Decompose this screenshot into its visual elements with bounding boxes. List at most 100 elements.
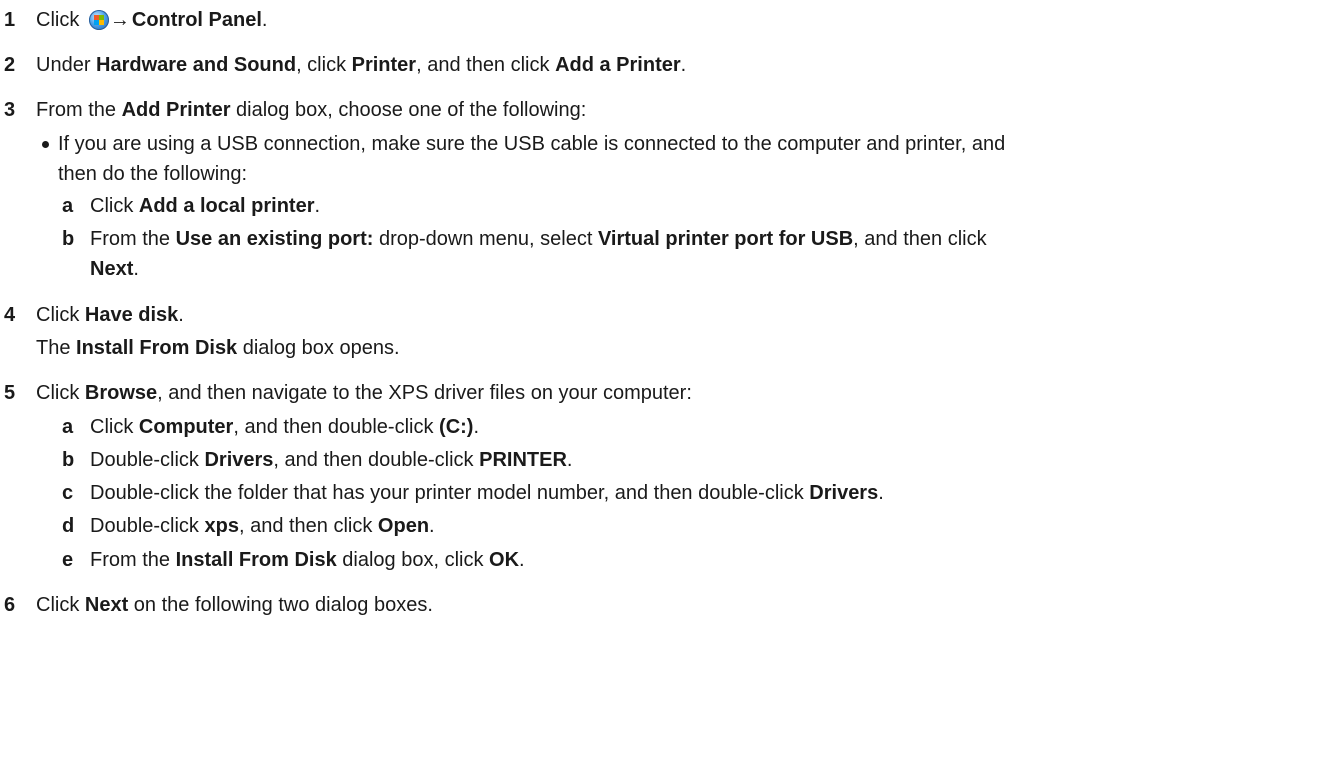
substep-letter: d <box>62 515 75 537</box>
substep-line: b From the Use an existing port: drop-dow… <box>0 225 1338 253</box>
plain-text: If you are using a USB connection, make … <box>58 133 1006 155</box>
bold-term: OK <box>489 549 520 571</box>
substep-continuation-line: Next. <box>0 255 1338 283</box>
plain-text: From the <box>36 99 122 121</box>
arrow-icon: → <box>109 9 130 31</box>
plain-text: , and then double-click <box>273 449 480 471</box>
plain-text: , and then navigate to the XPS driver fi… <box>157 382 692 404</box>
bold-term: Drivers <box>204 449 274 471</box>
plain-text: Under <box>36 54 97 76</box>
line-text: Click Computer, and then double-click (C… <box>90 413 479 441</box>
substep-line: c Double-click the folder that has your p… <box>0 479 1338 507</box>
instructions-document: 1 Click → Control Panel. 2 Under Hardware a… <box>0 0 1338 769</box>
plain-text: . <box>261 9 268 31</box>
bold-term: Browse <box>84 382 158 404</box>
plain-text: . <box>473 416 480 438</box>
bold-term: (C:) <box>439 416 474 438</box>
substep-line: a Click Add a local printer. <box>0 192 1338 220</box>
plain-text: From the <box>90 228 176 250</box>
bold-term: Next <box>84 594 129 616</box>
bullet-dot <box>42 141 49 148</box>
plain-text: drop-down menu, select <box>373 228 598 250</box>
line-text: Under Hardware and Sound, click Printer,… <box>36 51 686 79</box>
step-number: 5 <box>4 382 16 404</box>
bold-term: PRINTER <box>479 449 567 471</box>
bold-term: Virtual printer port for USB <box>597 228 854 250</box>
plain-text: . <box>878 482 884 504</box>
plain-text: Click <box>90 416 139 438</box>
line-text: Click Next on the following two dialog b… <box>36 591 433 619</box>
substep-letter: a <box>62 416 74 438</box>
line-text: From the Use an existing port: drop-down… <box>90 225 987 253</box>
line-text: Double-click xps, and then click Open. <box>90 512 435 540</box>
bullet-continuation-line: then do the following: <box>0 160 1338 188</box>
step-line: 4 Click Have disk. <box>0 301 1338 329</box>
line-text: Double-click Drivers, and then double-cl… <box>90 446 572 474</box>
plain-text: . <box>566 449 573 471</box>
bold-term: xps <box>204 515 239 537</box>
bold-term: Drivers <box>809 482 879 504</box>
line-text: then do the following: <box>58 160 247 188</box>
plain-text: Click <box>36 594 85 616</box>
plain-text: , click <box>296 54 352 76</box>
line-text: If you are using a USB connection, make … <box>58 130 1005 158</box>
bold-term: Install From Disk <box>175 549 337 571</box>
plain-text: , and then click <box>238 515 378 537</box>
bold-term: Open <box>377 515 430 537</box>
plain-text: Click <box>36 304 85 326</box>
substep-line: d Double-click xps, and then click Open. <box>0 512 1338 540</box>
step-number: 6 <box>4 594 16 616</box>
bold-term: Add Printer <box>121 99 231 121</box>
plain-text: dialog box opens. <box>237 337 400 359</box>
substep-letter: b <box>62 228 75 250</box>
plain-text: . <box>133 258 139 280</box>
step-number: 1 <box>4 9 16 31</box>
step-number: 2 <box>4 54 16 76</box>
substep-letter: a <box>62 195 74 217</box>
bold-term: Have disk <box>84 304 179 326</box>
line-text: Click → Control Panel. <box>36 6 267 34</box>
line-text: Click Have disk. <box>36 301 184 329</box>
plain-text: Double-click the folder that has your pr… <box>90 482 810 504</box>
plain-text: From the <box>90 549 176 571</box>
bold-term: Next <box>90 258 134 280</box>
step-line: 6 Click Next on the following two dialog … <box>0 591 1338 619</box>
bold-term: Add a local printer <box>138 195 315 217</box>
line-text: Next. <box>90 255 139 283</box>
line-text: Click Add a local printer. <box>90 192 320 220</box>
plain-text: Click <box>36 382 85 404</box>
step-line: 3 From the Add Printer dialog box, choose… <box>0 96 1338 124</box>
step-line: 1 Click → Control Panel. <box>0 6 1338 34</box>
substep-line: b Double-click Drivers, and then double-c… <box>0 446 1338 474</box>
plain-text: Click <box>90 195 139 217</box>
plain-text: Double-click <box>90 515 205 537</box>
substep-line: a Click Computer, and then double-click (… <box>0 413 1338 441</box>
plain-text: The <box>36 337 77 359</box>
bold-term: Add a Printer <box>555 54 681 76</box>
plain-text: Double-click <box>90 449 205 471</box>
substep-letter: c <box>62 482 74 504</box>
step-number: 4 <box>4 304 16 326</box>
plain-text: . <box>429 515 435 537</box>
plain-text: , and then click <box>416 54 556 76</box>
bold-term: Install From Disk <box>76 337 238 359</box>
line-text: Double-click the folder that has your pr… <box>90 479 884 507</box>
bold-term: Hardware and Sound <box>96 54 297 76</box>
plain-text: Click <box>36 9 85 31</box>
plain-text: . <box>519 549 525 571</box>
plain-text: . <box>314 195 321 217</box>
bold-term: Computer <box>138 416 234 438</box>
line-text: The Install From Disk dialog box opens. <box>36 334 400 362</box>
step-note-line: The Install From Disk dialog box opens. <box>0 334 1338 362</box>
bold-term: Printer <box>351 54 417 76</box>
substep-letter: e <box>62 549 74 571</box>
line-text: From the Install From Disk dialog box, c… <box>90 546 525 574</box>
plain-text: . <box>178 304 184 326</box>
step-number: 3 <box>4 99 16 121</box>
substep-line: e From the Install From Disk dialog box, … <box>0 546 1338 574</box>
plain-text: , and then click <box>853 228 987 250</box>
step-line: 2 Under Hardware and Sound, click Printer… <box>0 51 1338 79</box>
substep-letter: b <box>62 449 75 471</box>
line-text: From the Add Printer dialog box, choose … <box>36 96 586 124</box>
step-line: 5 Click Browse, and then navigate to the … <box>0 379 1338 407</box>
